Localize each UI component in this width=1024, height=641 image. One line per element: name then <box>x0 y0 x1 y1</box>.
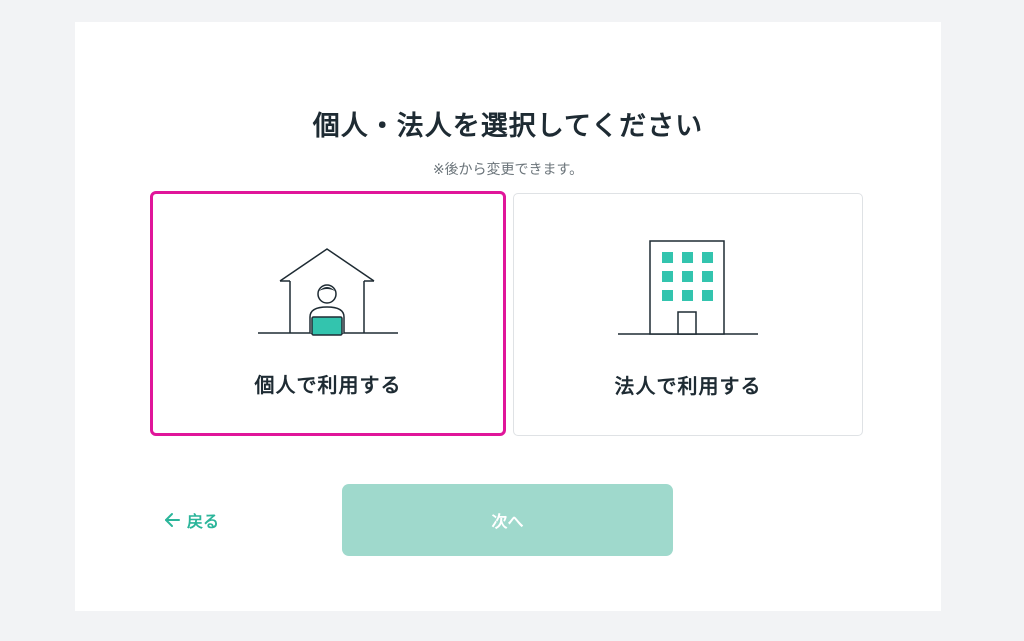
next-button[interactable]: 次へ <box>342 484 673 556</box>
option-corporate-label: 法人で利用する <box>614 374 762 398</box>
page-title: 個人・法人を選択してください <box>312 111 704 142</box>
back-link[interactable]: 戻る <box>163 508 219 532</box>
page-subtitle: ※後から変更できます。 <box>432 162 584 178</box>
back-link-label: 戻る <box>187 512 220 531</box>
arrow-left-icon <box>163 511 181 529</box>
option-individual[interactable]: 個人で利用する <box>150 191 506 436</box>
option-individual-label: 個人で利用する <box>254 373 402 397</box>
office-building-icon <box>618 240 758 335</box>
account-type-panel: 個人・法人を選択してください ※後から変更できます。 個人で利用する 法人で利用… <box>75 22 941 611</box>
option-corporate[interactable]: 法人で利用する <box>513 193 863 436</box>
house-person-laptop-icon <box>258 248 398 336</box>
